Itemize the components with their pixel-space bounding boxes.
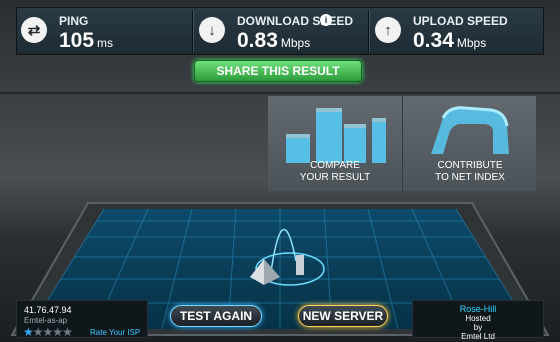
upload-arrow-icon: ↑: [375, 17, 401, 43]
download-stat: ↓ DOWNLOAD SPEED i 0.83 Mbps: [195, 8, 367, 54]
compare-label-line1: COMPARE: [310, 160, 360, 171]
contribute-label: CONTRIBUTE TO NET INDEX: [403, 160, 537, 184]
speedtest-app: ⇄ PING 105 ms ↓ DOWNLOAD SPEED i 0.83 Mbps…: [0, 0, 560, 342]
star-icon[interactable]: ★: [33, 325, 44, 339]
star-icon[interactable]: ★: [23, 325, 34, 339]
star-icon[interactable]: ★: [52, 325, 63, 339]
isp-rating-stars[interactable]: ★★★★★: [23, 325, 73, 339]
download-value: 0.83 Mbps: [237, 29, 310, 53]
result-actions-panel: COMPARE YOUR RESULT CONTRIBUTE TO NET INDE…: [268, 96, 536, 191]
contribute-label-line1: CONTRIBUTE: [437, 160, 503, 171]
info-icon[interactable]: i: [320, 14, 332, 26]
by-text: by: [473, 323, 483, 332]
ribbon-graph-icon: [431, 106, 509, 154]
isp-name: Emtel-as-ap: [24, 316, 68, 325]
share-result-button[interactable]: SHARE THIS RESULT: [194, 60, 362, 82]
new-server-button[interactable]: NEW SERVER: [298, 305, 388, 327]
contribute-card[interactable]: CONTRIBUTE TO NET INDEX: [402, 96, 537, 191]
stat-divider: [368, 10, 369, 52]
upload-number: 0.34: [413, 29, 454, 52]
ping-number: 105: [59, 29, 95, 52]
upload-stat: ↑ UPLOAD SPEED 0.34 Mbps: [371, 8, 543, 54]
contribute-label-line2: TO NET INDEX: [435, 172, 505, 183]
ip-address: 41.76.47.94: [24, 305, 72, 315]
test-again-button[interactable]: TEST AGAIN: [170, 305, 262, 327]
hosted-text: Hosted: [465, 314, 491, 323]
ping-value: 105 ms: [59, 29, 113, 53]
results-bar: ⇄ PING 105 ms ↓ DOWNLOAD SPEED i 0.83 Mbps…: [16, 7, 544, 55]
compare-label-line2: YOUR RESULT: [299, 172, 371, 183]
server-info-box: Rose-Hill Hosted by Emtel Ltd: [412, 300, 544, 341]
stat-divider: [192, 10, 193, 52]
isp-info-box: 41.76.47.94 Emtel-as-ap ★★★★★ Rate Your …: [16, 300, 148, 339]
star-icon[interactable]: ★: [62, 325, 73, 339]
download-arrow-icon: ↓: [199, 17, 225, 43]
section-divider: [0, 92, 560, 94]
download-number: 0.83: [237, 29, 278, 52]
upload-value: 0.34 Mbps: [413, 29, 486, 53]
ping-label: PING: [59, 14, 89, 28]
download-unit: Mbps: [280, 36, 311, 50]
ping-unit: ms: [97, 36, 114, 50]
ping-arrows-icon: ⇄: [21, 17, 47, 43]
rate-isp-link[interactable]: Rate Your ISP: [90, 328, 140, 337]
compare-result-card[interactable]: COMPARE YOUR RESULT: [268, 96, 402, 191]
compare-label: COMPARE YOUR RESULT: [268, 160, 402, 184]
star-icon[interactable]: ★: [43, 325, 54, 339]
download-label: DOWNLOAD SPEED: [237, 14, 354, 28]
upload-label: UPLOAD SPEED: [413, 14, 508, 28]
ping-stat: ⇄ PING 105 ms: [17, 8, 189, 54]
host-name: Emtel Ltd: [461, 332, 495, 341]
bar-chart-icon: [286, 108, 386, 163]
server-city: Rose-Hill: [459, 304, 497, 314]
hosted-by-label: Hosted by: [413, 314, 543, 332]
upload-unit: Mbps: [456, 36, 487, 50]
